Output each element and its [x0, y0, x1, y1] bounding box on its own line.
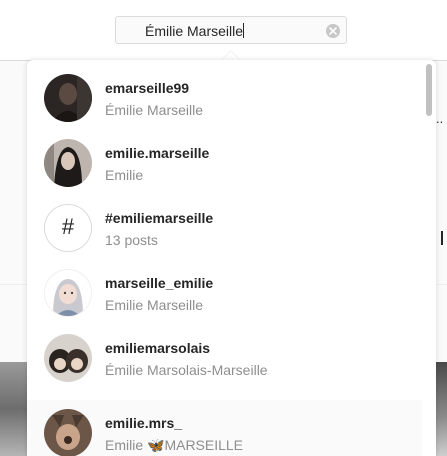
background-more-text: ..	[436, 111, 444, 126]
result-username: emarseille99	[105, 80, 190, 96]
avatar	[44, 269, 92, 317]
search-result[interactable]: # #emiliemarseille 13 posts	[27, 195, 422, 260]
search-result[interactable]: emiliemarsolais Émilie Marsolais-Marseil…	[27, 325, 422, 390]
search-result[interactable]: emilie.mrs_ Emilie 🦋MARSEILLE	[27, 400, 422, 456]
avatar	[44, 139, 92, 187]
dropdown-scrollbar[interactable]	[426, 64, 432, 116]
search-input[interactable]: Émilie Marseille	[145, 23, 245, 39]
result-username: emiliemarsolais	[105, 340, 211, 356]
avatar	[44, 409, 92, 456]
search-result[interactable]: marseille_emilie Emilie Marseille	[27, 260, 422, 325]
hashtag-icon: #	[44, 204, 92, 252]
search-input-value: Émilie Marseille	[145, 23, 244, 39]
search-result[interactable]: emilie.marseille Emilie	[27, 130, 422, 195]
result-subtitle: Émilie Marsolais-Marseille	[105, 362, 268, 378]
background-cursor-mark	[441, 231, 443, 245]
result-username: marseille_emilie	[105, 275, 214, 291]
result-subtitle: Émilie Marseille	[105, 102, 204, 118]
result-subtitle: Emilie 🦋MARSEILLE	[105, 437, 244, 453]
result-hashtag: #emiliemarseille	[105, 210, 214, 226]
result-username: emilie.mrs_	[105, 415, 183, 431]
result-post-count: 13 posts	[105, 232, 158, 248]
avatar	[44, 334, 92, 382]
text-caret	[243, 23, 245, 38]
result-subtitle: Emilie Marseille	[105, 297, 204, 313]
top-bar: Émilie Marseille	[0, 0, 447, 61]
background-photo-left[interactable]	[0, 362, 28, 456]
search-results-dropdown: emarseille99 Émilie Marseille emilie.mar…	[27, 60, 436, 456]
search-result[interactable]: emarseille99 Émilie Marseille	[27, 65, 422, 130]
result-username: emilie.marseille	[105, 145, 210, 161]
result-subtitle: Emilie	[105, 167, 144, 183]
search-box[interactable]: Émilie Marseille	[115, 16, 347, 44]
clear-search-icon[interactable]	[326, 24, 340, 38]
avatar	[44, 74, 92, 122]
